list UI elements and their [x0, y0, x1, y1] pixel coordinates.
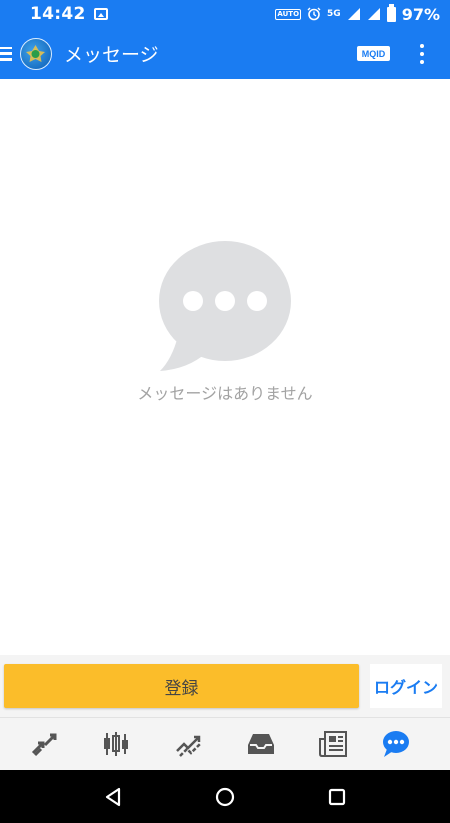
nav-history[interactable]	[235, 718, 287, 770]
system-navigation-bar	[0, 770, 450, 823]
image-notification-icon	[93, 8, 108, 20]
page-title: メッセージ	[64, 44, 159, 66]
chat-bubble-icon	[159, 241, 291, 371]
messages-icon	[383, 731, 409, 757]
auto-brightness-icon: AUTO	[275, 8, 302, 20]
bottom-navigation	[0, 717, 450, 770]
status-bar: 14:42 AUTO 5G 97%	[0, 0, 450, 28]
news-icon	[319, 731, 347, 757]
empty-message: メッセージはありません	[137, 384, 313, 403]
back-triangle-icon	[105, 787, 121, 807]
home-circle-icon	[215, 787, 235, 807]
nav-news[interactable]	[307, 718, 359, 770]
signal-icon-1	[347, 8, 360, 20]
recents-square-icon	[328, 788, 346, 806]
status-icons: AUTO 5G 97%	[275, 3, 440, 24]
home-button[interactable]	[211, 783, 239, 811]
app-logo[interactable]	[20, 37, 52, 70]
alarm-icon	[307, 7, 321, 21]
messages-empty-state: メッセージはありません	[0, 79, 450, 655]
auth-action-bar: 登録 ログイン	[0, 655, 450, 717]
login-button[interactable]: ログイン	[370, 664, 442, 708]
history-inbox-icon	[248, 734, 274, 754]
trade-icon	[176, 735, 202, 757]
nav-quotes[interactable]	[18, 718, 70, 770]
app-bar: メッセージ MQID	[0, 28, 450, 79]
battery-icon	[386, 3, 396, 22]
overflow-menu-icon[interactable]	[420, 43, 424, 64]
recents-button[interactable]	[323, 783, 351, 811]
signal-icon-2	[367, 8, 380, 20]
quotes-icon	[31, 733, 57, 757]
nav-chart[interactable]	[90, 718, 142, 770]
network-type-label: 5G	[327, 8, 341, 19]
menu-icon[interactable]	[0, 46, 12, 61]
register-button[interactable]: 登録	[4, 664, 359, 708]
nav-messages[interactable]	[370, 718, 422, 770]
mqid-button[interactable]: MQID	[357, 46, 390, 61]
back-button[interactable]	[99, 783, 127, 811]
battery-percent: 97%	[401, 4, 440, 24]
status-time: 14:42	[30, 4, 86, 24]
nav-trade[interactable]	[163, 718, 215, 770]
chart-candles-icon	[104, 732, 128, 756]
